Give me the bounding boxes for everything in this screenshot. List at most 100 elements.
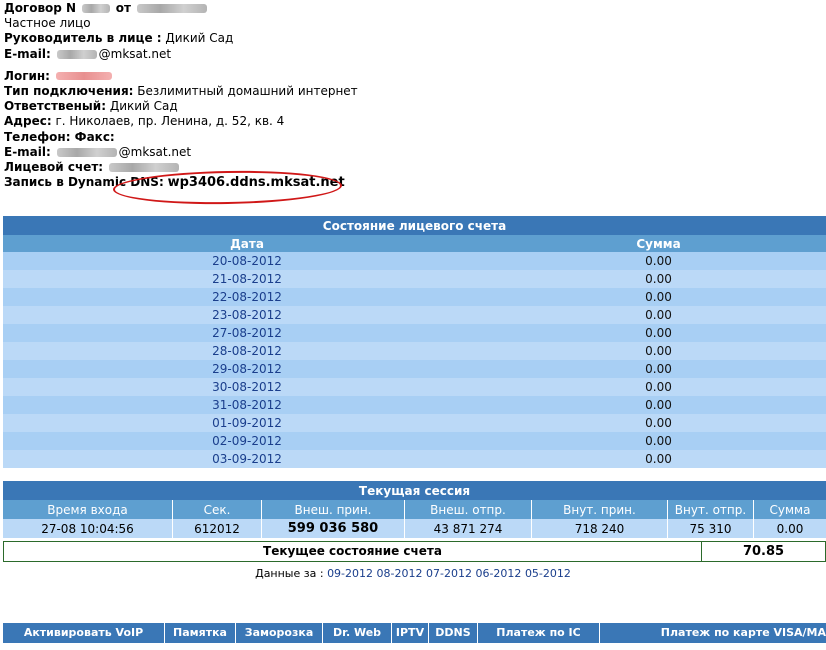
head-value: Дикий Сад <box>165 31 234 46</box>
session-col-ext-in: Внеш. прин. <box>261 500 405 519</box>
redacted-account-number <box>108 162 179 172</box>
details-email-domain: @mksat.net <box>118 144 192 159</box>
nav-payment-visa[interactable]: Платеж по карте VISA/MA <box>600 623 826 643</box>
responsible-row: Ответственый: Дикий Сад <box>4 99 358 114</box>
period-link-08-2012[interactable]: 08-2012 <box>377 567 423 580</box>
account-row-date[interactable]: 23-08-2012 <box>3 306 491 324</box>
period-link-07-2012[interactable]: 07-2012 <box>426 567 472 580</box>
period-link-09-2012[interactable]: 09-2012 <box>327 567 373 580</box>
session-col-ext-out: Внеш. отпр. <box>404 500 532 519</box>
balance-value: 70.85 <box>742 544 785 559</box>
account-row-sum: 0.00 <box>491 342 826 360</box>
session-sum: 0.00 <box>753 519 826 538</box>
session-ext-in: 599 036 580 <box>261 519 405 538</box>
contract-from-label: от <box>115 1 131 15</box>
account-row-date[interactable]: 21-08-2012 <box>3 270 491 288</box>
phone-row: Телефон: Факс: <box>4 130 358 145</box>
nav-freeze[interactable]: Заморозка <box>236 623 323 643</box>
account-row: 01-09-2012 0.00 <box>3 414 826 432</box>
account-row: 22-08-2012 0.00 <box>3 288 826 306</box>
account-row-date[interactable]: 22-08-2012 <box>3 288 491 306</box>
account-row: 23-08-2012 0.00 <box>3 306 826 324</box>
session-seconds: 612012 <box>172 519 262 538</box>
account-number-label: Лицевой счет: <box>4 159 104 174</box>
redacted-email-user-2 <box>56 147 117 157</box>
period-link-05-2012[interactable]: 05-2012 <box>525 567 571 580</box>
connection-label: Тип подключения: <box>4 83 134 98</box>
account-row-date[interactable]: 20-08-2012 <box>3 252 491 270</box>
account-col-date: Дата <box>3 235 491 252</box>
login-label: Логин: <box>4 68 50 83</box>
head-label: Руководитель в лице : <box>4 31 162 46</box>
session-col-int-out: Внут. отпр. <box>667 500 754 519</box>
session-int-in: 718 240 <box>531 519 668 538</box>
period-link-06-2012[interactable]: 06-2012 <box>475 567 521 580</box>
address-row: Адрес: г. Николаев, пр. Ленина, д. 52, к… <box>4 114 358 129</box>
session-login-time: 27-08 10:04:56 <box>3 519 173 538</box>
redacted-email-user <box>56 49 97 59</box>
account-table-body: 20-08-2012 0.00 21-08-2012 0.00 22-08-2012 0.… <box>3 252 826 468</box>
nav-activate-voip[interactable]: Активировать VoIP <box>3 623 165 643</box>
address-value: г. Николаев, пр. Ленина, д. 52, кв. 4 <box>55 114 285 129</box>
session-int-out: 75 310 <box>667 519 754 538</box>
session-row: 27-08 10:04:56 612012 599 036 580 43 871… <box>3 519 826 538</box>
account-row-sum: 0.00 <box>491 288 826 306</box>
account-state-table: Состояние лицевого счета Дата Сумма 20-0… <box>3 216 826 468</box>
account-row: 03-09-2012 0.00 <box>3 450 826 468</box>
account-row-date[interactable]: 02-09-2012 <box>3 432 491 450</box>
redacted-contract-number <box>81 4 110 13</box>
balance-label: Текущее состояние счета <box>4 542 702 561</box>
account-row-sum: 0.00 <box>491 432 826 450</box>
account-row: 20-08-2012 0.00 <box>3 252 826 270</box>
connection-value: Безлимитный домашний интернет <box>137 83 358 98</box>
account-row-date[interactable]: 31-08-2012 <box>3 396 491 414</box>
address-label: Адрес: <box>4 114 52 129</box>
account-row-date[interactable]: 03-09-2012 <box>3 450 491 468</box>
account-row-sum: 0.00 <box>491 378 826 396</box>
connection-row: Тип подключения: Безлимитный домашний ин… <box>4 84 358 99</box>
account-row-sum: 0.00 <box>491 306 826 324</box>
account-row-sum: 0.00 <box>491 252 826 270</box>
contract-number-label: Договор N <box>4 1 77 15</box>
account-row: 29-08-2012 0.00 <box>3 360 826 378</box>
nav-ddns[interactable]: DDNS <box>429 623 478 643</box>
period-selector: Данные за : 09-2012 08-2012 07-2012 06-2… <box>0 567 826 580</box>
account-row: 28-08-2012 0.00 <box>3 342 826 360</box>
account-row-sum: 0.00 <box>491 360 826 378</box>
responsible-label: Ответственый: <box>4 99 106 114</box>
account-row-date[interactable]: 27-08-2012 <box>3 324 491 342</box>
account-row-date[interactable]: 28-08-2012 <box>3 342 491 360</box>
account-row-sum: 0.00 <box>491 270 826 288</box>
head-row: Руководитель в лице : Дикий Сад <box>4 31 358 46</box>
account-row-sum: 0.00 <box>491 450 826 468</box>
session-ext-out: 43 871 274 <box>404 519 532 538</box>
contract-number-row: Договор N от <box>4 1 358 16</box>
session-col-sum: Сумма <box>753 500 826 519</box>
account-row-date[interactable]: 01-09-2012 <box>3 414 491 432</box>
nav-dr-web[interactable]: Dr. Web <box>323 623 392 643</box>
session-col-seconds: Сек. <box>172 500 262 519</box>
nav-iptv[interactable]: IPTV <box>392 623 429 643</box>
session-col-int-in: Внут. прин. <box>531 500 668 519</box>
contract-info: Договор N от Частное лицо Руководитель в… <box>4 1 358 190</box>
redacted-login <box>55 72 112 81</box>
contract-email-domain: @mksat.net <box>98 46 172 61</box>
account-row: 02-09-2012 0.00 <box>3 432 826 450</box>
details-email-row: E-mail: @mksat.net <box>4 145 358 160</box>
balance-row: Текущее состояние счета 70.85 <box>3 541 826 562</box>
account-row-sum: 0.00 <box>491 414 826 432</box>
nav-memo[interactable]: Памятка <box>165 623 236 643</box>
account-col-sum: Сумма <box>491 235 826 252</box>
login-row: Логин: <box>4 69 358 84</box>
nav-payment-ic[interactable]: Платеж по IC <box>478 623 600 643</box>
account-row: 30-08-2012 0.00 <box>3 378 826 396</box>
account-row-date[interactable]: 29-08-2012 <box>3 360 491 378</box>
details-email-label: E-mail: <box>4 144 51 159</box>
account-row: 31-08-2012 0.00 <box>3 396 826 414</box>
contract-email-row: E-mail: @mksat.net <box>4 47 358 62</box>
redacted-contract-date <box>136 4 207 13</box>
phone-label: Телефон: Факс: <box>4 129 115 144</box>
account-row-date[interactable]: 30-08-2012 <box>3 378 491 396</box>
person-type: Частное лицо <box>4 16 91 31</box>
bottom-nav: Активировать VoIP Памятка Заморозка Dr. … <box>3 623 826 643</box>
